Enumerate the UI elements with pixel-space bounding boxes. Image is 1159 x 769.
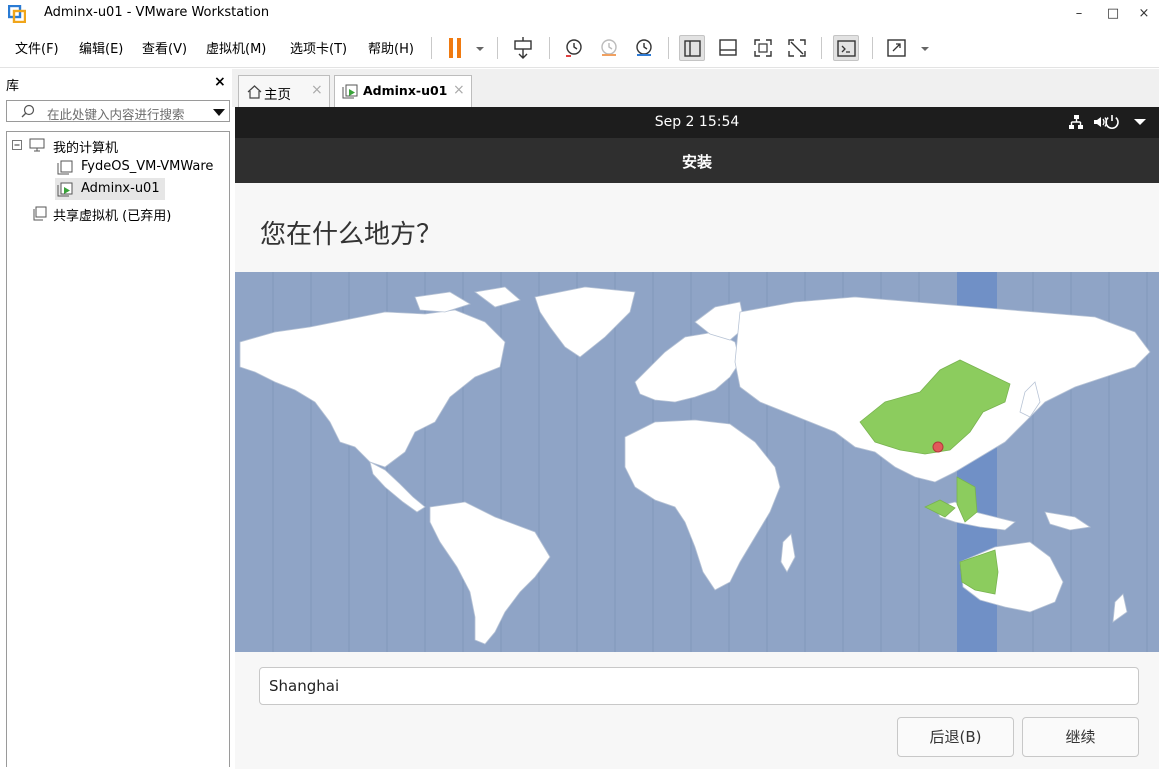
menu-edit[interactable]: 编辑(E) xyxy=(79,38,123,57)
menu-help[interactable]: 帮助(H) xyxy=(368,38,414,57)
continue-button[interactable]: 继续 xyxy=(1022,717,1139,757)
library-close-button[interactable]: × xyxy=(214,74,226,90)
toolbar-separator xyxy=(497,37,498,59)
vm-running-icon xyxy=(342,84,358,99)
menu-toolbar: 文件(F) 编辑(E) 查看(V) 虚拟机(M) 选项卡(T) 帮助(H) xyxy=(0,28,1159,68)
timezone-input[interactable] xyxy=(259,667,1139,705)
toolbar-separator xyxy=(821,37,822,59)
menu-file[interactable]: 文件(F) xyxy=(15,38,59,57)
tab-label: 主页 xyxy=(264,87,291,103)
library-search-input[interactable]: 在此处键入内容进行搜索 xyxy=(6,100,230,122)
revert-snapshot-icon[interactable] xyxy=(596,35,622,61)
tree-item-my-computer[interactable]: 我的计算机 xyxy=(7,134,229,156)
location-pin-icon xyxy=(932,441,944,453)
snapshot-manager-icon[interactable] xyxy=(631,35,657,61)
menu-vm[interactable]: 虚拟机(M) xyxy=(206,38,266,57)
snapshot-icon[interactable] xyxy=(561,35,587,61)
tree-item-shared-vms[interactable]: 共享虚拟机 (已弃用) xyxy=(7,202,229,224)
chevron-down-icon[interactable] xyxy=(213,109,225,116)
title-bar: Adminx-u01 - VMware Workstation – □ × xyxy=(0,0,1159,28)
tab-label: Adminx-u01 xyxy=(363,83,448,98)
thumbnail-bar-icon[interactable] xyxy=(715,35,741,61)
toolbar-separator xyxy=(872,37,873,59)
tab-strip: 主页 × Adminx-u01 × xyxy=(232,69,1159,107)
tree-label: 共享虚拟机 (已弃用) xyxy=(53,209,172,224)
menu-view[interactable]: 查看(V) xyxy=(142,38,187,57)
tab-vm[interactable]: Adminx-u01 × xyxy=(334,75,472,107)
network-icon[interactable] xyxy=(1067,113,1085,131)
installer-header: 安装 xyxy=(235,138,1159,183)
clock[interactable]: Sep 2 15:54 xyxy=(235,114,1159,130)
vmware-logo-icon xyxy=(7,4,27,24)
chevron-down-icon[interactable] xyxy=(1131,113,1149,131)
minimize-button[interactable]: – xyxy=(1066,3,1092,25)
stretch-dropdown-icon[interactable] xyxy=(912,35,929,61)
collapse-icon[interactable] xyxy=(12,140,22,150)
vm-running-icon xyxy=(57,182,73,197)
window-title: Adminx-u01 - VMware Workstation xyxy=(44,5,270,20)
full-screen-icon[interactable] xyxy=(750,35,776,61)
stretch-icon[interactable] xyxy=(884,35,910,61)
library-title: 库 xyxy=(6,79,20,94)
pause-icon[interactable] xyxy=(443,35,469,61)
library-panel: 库 × 在此处键入内容进行搜索 我的计算机 FydeOS_VM-VMWare A… xyxy=(0,69,232,769)
tree-label: FydeOS_VM-VMWare xyxy=(81,159,214,174)
toolbar-separator xyxy=(668,37,669,59)
power-icon-glyph xyxy=(1105,115,1119,129)
vm-console[interactable]: Sep 2 15:54 安装 您在什么地方？ Shanghai 后退(B) 继续 xyxy=(235,107,1159,769)
close-button[interactable]: × xyxy=(1131,3,1157,25)
menu-tabs[interactable]: 选项卡(T) xyxy=(290,38,347,57)
maximize-button[interactable]: □ xyxy=(1100,3,1126,25)
tree-item-vm-selected[interactable]: Adminx-u01 xyxy=(55,178,165,200)
home-icon xyxy=(247,85,262,99)
unity-icon[interactable] xyxy=(784,35,810,61)
console-view-icon[interactable] xyxy=(833,35,859,61)
tab-close-button[interactable]: × xyxy=(453,82,465,98)
dropdown-arrow-icon[interactable] xyxy=(467,35,484,61)
toolbar-separator xyxy=(549,37,550,59)
computer-icon xyxy=(29,138,45,152)
tab-home[interactable]: 主页 × xyxy=(238,75,330,107)
tree-item-vm[interactable]: FydeOS_VM-VMWare xyxy=(7,156,229,178)
show-library-icon[interactable] xyxy=(679,35,705,61)
back-button[interactable]: 后退(B) xyxy=(897,717,1014,757)
toolbar-separator xyxy=(431,37,432,59)
search-icon xyxy=(21,104,35,118)
tree-label: Adminx-u01 xyxy=(81,181,160,196)
timezone-map[interactable] xyxy=(235,272,1159,652)
ubuntu-top-bar: Sep 2 15:54 xyxy=(235,107,1159,138)
installer-title: 安装 xyxy=(681,153,712,171)
page-title: 您在什么地方？ xyxy=(260,220,443,250)
tree-label: 我的计算机 xyxy=(53,141,119,156)
library-search-placeholder: 在此处键入内容进行搜索 xyxy=(47,107,185,122)
send-ctrl-alt-del-icon[interactable] xyxy=(510,35,536,61)
vm-icon xyxy=(57,160,73,175)
shared-vm-icon xyxy=(33,206,47,221)
tab-close-button[interactable]: × xyxy=(311,82,323,98)
library-tree: 我的计算机 FydeOS_VM-VMWare Adminx-u01 共享虚拟机 … xyxy=(6,131,230,767)
